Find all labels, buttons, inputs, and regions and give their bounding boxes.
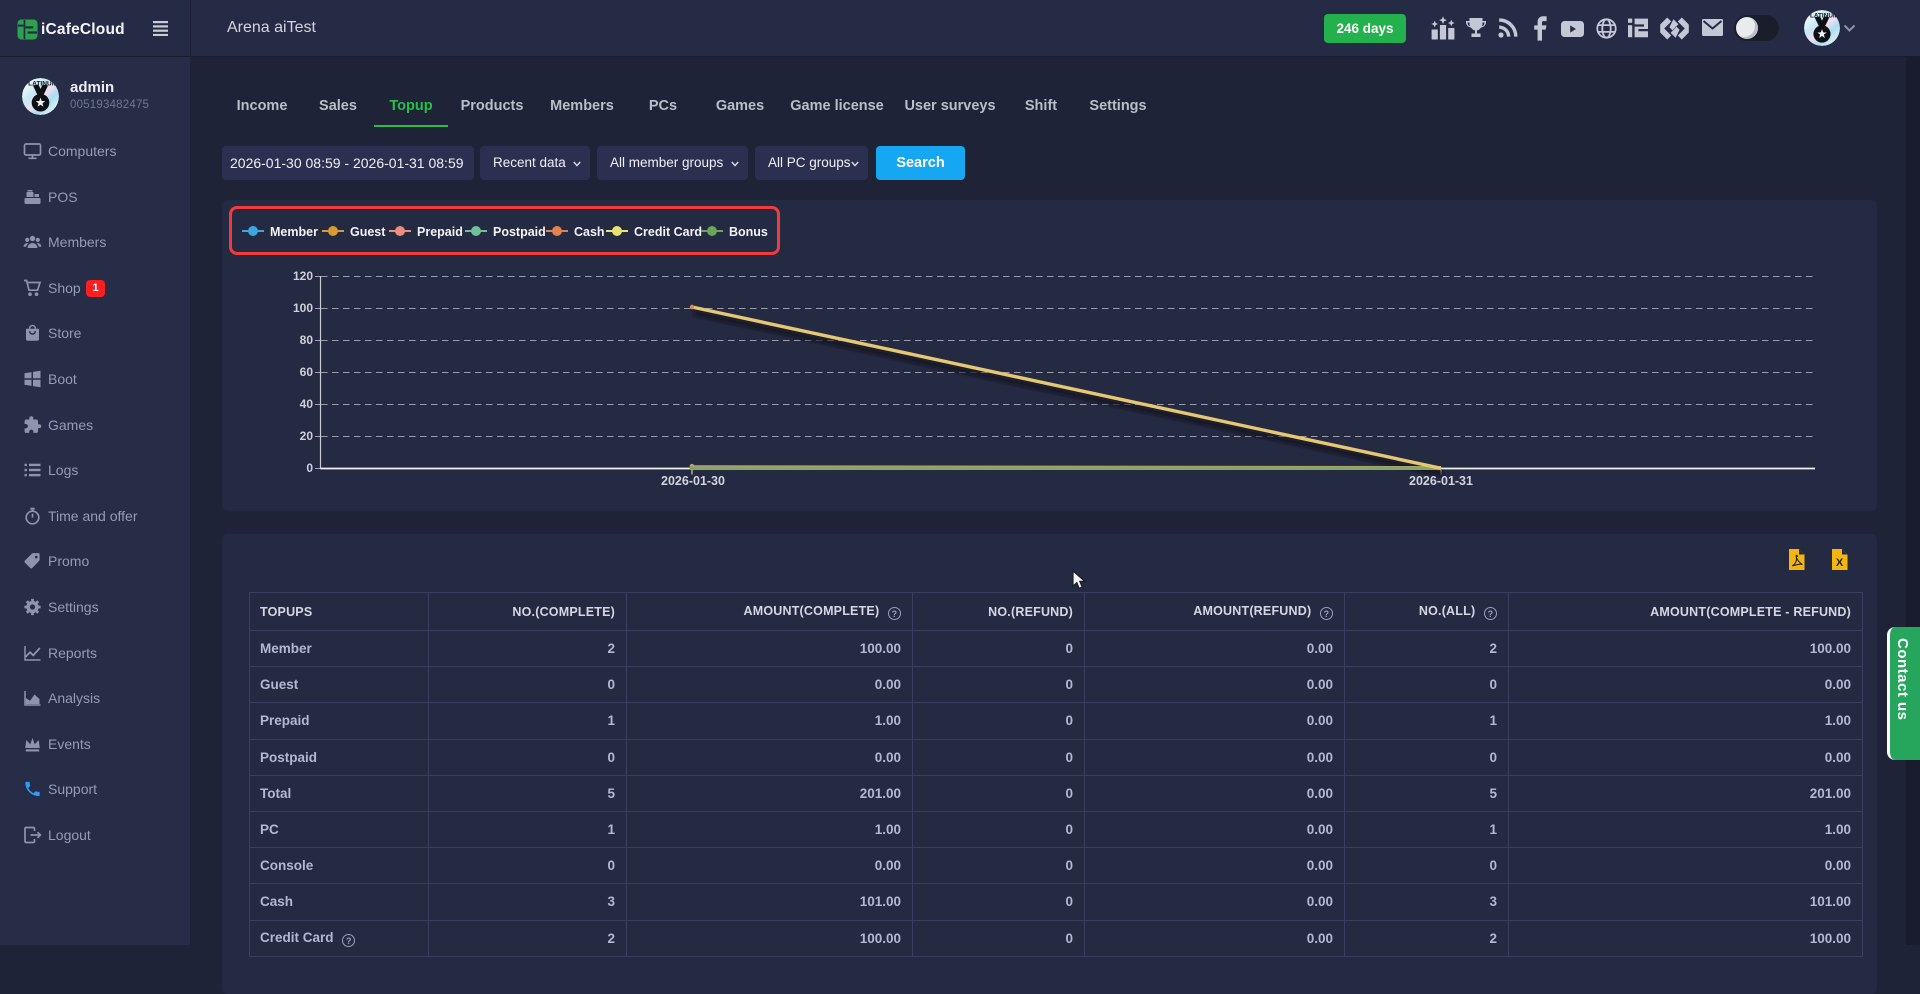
svg-text:100: 100 [293, 301, 313, 315]
svg-text:80: 80 [300, 333, 314, 347]
svg-text:40: 40 [300, 397, 314, 411]
svg-text:0: 0 [306, 461, 313, 475]
svg-text:60: 60 [300, 365, 314, 379]
svg-text:120: 120 [293, 269, 313, 283]
svg-text:X: X [1836, 557, 1844, 569]
svg-text:PLATINUM: PLATINUM [1806, 13, 1839, 20]
svg-text:2026-01-31: 2026-01-31 [1409, 474, 1473, 488]
svg-text:PLATINUM: PLATINUM [24, 81, 58, 88]
svg-text:2026-01-30: 2026-01-30 [661, 474, 725, 488]
svg-text:20: 20 [300, 429, 314, 443]
